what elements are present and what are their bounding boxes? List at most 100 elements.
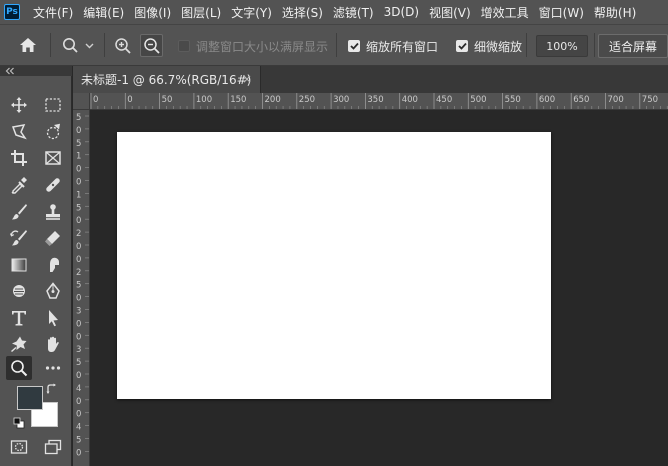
type-tool-icon <box>12 311 26 326</box>
menu-filter[interactable]: 滤镜(T) <box>328 4 379 21</box>
resize-windows-checkbox[interactable] <box>178 40 190 52</box>
ruler-label: 100 <box>196 95 212 105</box>
swap-colors-button[interactable] <box>44 382 60 396</box>
ruler-label: 150 <box>230 95 246 105</box>
horizontal-ruler[interactable]: 0 0 50 100 150 200 250 300 350 400 450 500 550 600 650… <box>90 93 668 110</box>
scrubby-zoom-label: 细微缩放 <box>474 39 523 54</box>
resize-windows-option[interactable]: 调整窗口大小以满屏显示 <box>178 38 328 54</box>
workspace[interactable] <box>90 110 668 466</box>
history-brush-tool[interactable] <box>6 226 32 250</box>
eyedropper-tool[interactable] <box>6 173 32 197</box>
frame-tool-icon <box>45 151 61 165</box>
ruler-label: 5 <box>76 139 81 149</box>
history-brush-tool-icon <box>10 230 27 246</box>
path-select-tool-icon <box>49 310 58 327</box>
menu-file[interactable]: 文件(F) <box>28 4 78 21</box>
shape-tool[interactable] <box>6 332 32 356</box>
swap-colors-icon <box>46 383 56 394</box>
eyedropper-tool-icon <box>11 177 27 194</box>
brush-tool[interactable] <box>6 200 32 224</box>
checkmark-icon <box>349 42 359 50</box>
eraser-tool[interactable] <box>40 226 66 250</box>
vertical-ruler[interactable]: 505100150200250300350400450 <box>73 110 90 466</box>
ruler-label: 200 <box>265 95 281 105</box>
ruler-label: 0 <box>93 95 98 105</box>
menu-bar: Ps 文件(F) 编辑(E) 图像(I) 图层(L) 文字(Y) 选择(S) 滤… <box>0 0 668 24</box>
ruler-label: 550 <box>505 95 521 105</box>
ruler-label: 4 <box>76 384 81 394</box>
hand-tool[interactable] <box>40 332 66 356</box>
dodge-tool[interactable] <box>6 279 32 303</box>
ruler-label: 5 <box>76 113 81 123</box>
resize-windows-label: 调整窗口大小以满屏显示 <box>196 39 329 54</box>
ruler-label: 250 <box>299 95 315 105</box>
ruler-label: 0 <box>76 165 81 175</box>
menu-layer[interactable]: 图层(L) <box>176 4 226 21</box>
zoom-out-button[interactable] <box>140 34 163 57</box>
ruler-label: 500 <box>470 95 486 105</box>
quick-select-tool-icon <box>46 123 60 140</box>
ruler-label: 3 <box>76 307 81 317</box>
quick-mask-button[interactable] <box>6 435 32 459</box>
ruler-label: 0 <box>76 216 81 226</box>
type-tool[interactable] <box>6 306 32 330</box>
quick-select-tool[interactable] <box>40 120 66 144</box>
ruler-label: 0 <box>127 95 132 105</box>
lasso-tool[interactable] <box>6 120 32 144</box>
smudge-tool-icon <box>50 257 59 272</box>
zoom-tool[interactable] <box>6 356 32 380</box>
home-button[interactable] <box>8 30 48 60</box>
ruler-label: 0 <box>76 178 81 188</box>
menu-window[interactable]: 窗口(W) <box>534 4 589 21</box>
collapse-arrows-icon[interactable] <box>5 67 15 75</box>
zoom-tool-preset-button[interactable] <box>58 34 100 58</box>
menu-type[interactable]: 文字(Y) <box>226 4 277 21</box>
more-tools-button[interactable] <box>40 356 66 380</box>
close-icon[interactable]: × <box>240 72 254 86</box>
menu-view[interactable]: 视图(V) <box>424 4 476 21</box>
ruler-label: 3 <box>76 345 81 355</box>
zoom-all-windows-option[interactable]: 缩放所有窗口 <box>348 38 438 54</box>
ruler-label: 5 <box>76 281 81 291</box>
zoom-in-button[interactable] <box>112 35 134 57</box>
clone-stamp-tool-icon <box>46 204 60 220</box>
scrubby-zoom-option[interactable]: 细微缩放 <box>456 38 522 54</box>
gradient-tool-icon <box>11 258 27 272</box>
crop-tool[interactable] <box>6 146 32 170</box>
menu-select[interactable]: 选择(S) <box>277 4 328 21</box>
smudge-tool[interactable] <box>40 253 66 277</box>
ruler-label: 0 <box>76 319 81 329</box>
zoom-all-windows-checkbox[interactable] <box>348 40 360 52</box>
move-tool[interactable] <box>6 93 32 117</box>
document-canvas[interactable] <box>117 132 551 399</box>
ruler-label: 5 <box>76 358 81 368</box>
screen-mode-button[interactable] <box>40 435 66 459</box>
ruler-origin[interactable] <box>73 93 90 110</box>
horizontal-ruler-scale: 0 0 50 100 150 200 250 300 350 400 450 500 550 600 650… <box>90 93 668 109</box>
ruler-label: 2 <box>76 229 81 239</box>
menu-edit[interactable]: 编辑(E) <box>78 4 129 21</box>
marquee-tool[interactable] <box>40 93 66 117</box>
document-tab[interactable]: 未标题-1 @ 66.7%(RGB/16#) × <box>73 66 261 93</box>
menu-help[interactable]: 帮助(H) <box>589 4 641 21</box>
pen-tool[interactable] <box>40 279 66 303</box>
menu-image[interactable]: 图像(I) <box>129 4 176 21</box>
menu-plugins[interactable]: 增效工具 <box>476 4 534 21</box>
zoom-percent-field[interactable]: 100% <box>536 35 588 57</box>
frame-tool[interactable] <box>40 146 66 170</box>
gradient-tool[interactable] <box>6 253 32 277</box>
zoom-preset-icon <box>63 38 94 53</box>
scrubby-zoom-checkbox[interactable] <box>456 40 468 52</box>
foreground-color-swatch[interactable] <box>17 386 43 410</box>
vertical-ruler-scale: 505100150200250300350400450 <box>76 113 89 458</box>
dodge-tool-icon <box>13 285 25 297</box>
toolbox-header[interactable] <box>0 66 72 76</box>
clone-stamp-tool[interactable] <box>40 200 66 224</box>
fit-screen-button[interactable]: 适合屏幕 <box>598 34 668 58</box>
default-colors-button[interactable] <box>12 416 26 430</box>
move-tool-icon <box>11 97 27 113</box>
healing-brush-tool[interactable] <box>40 173 66 197</box>
menu-3d[interactable]: 3D(D) <box>379 5 424 19</box>
zoom-in-icon <box>115 38 131 54</box>
path-select-tool[interactable] <box>40 306 66 330</box>
